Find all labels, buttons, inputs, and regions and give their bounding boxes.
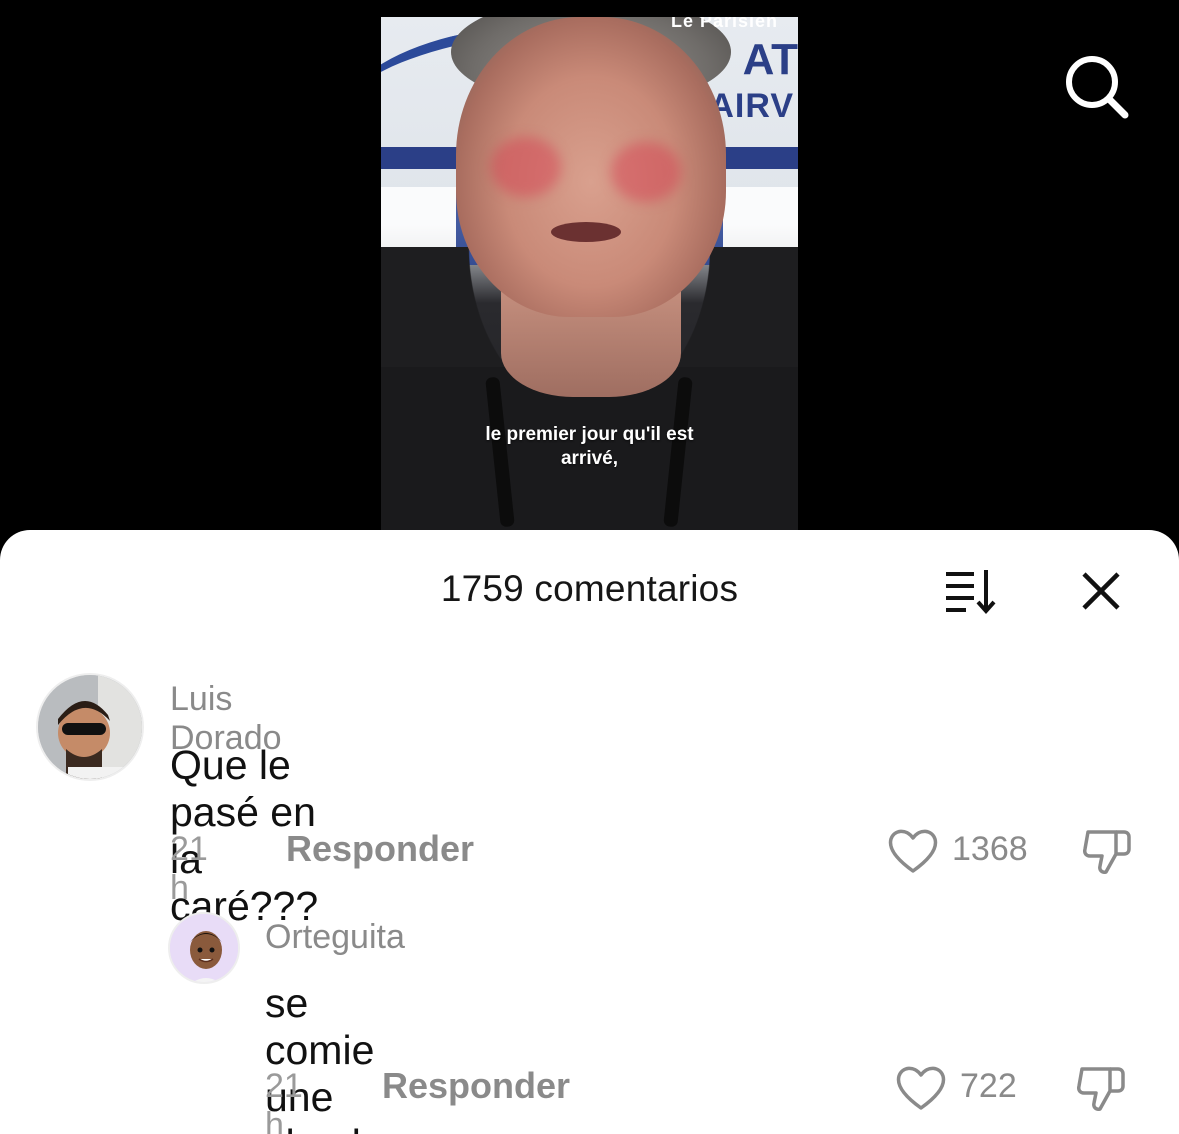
avatar[interactable] bbox=[36, 673, 144, 781]
like-count: 1368 bbox=[952, 830, 1028, 868]
avatar-photo-icon bbox=[38, 675, 142, 779]
reply-button[interactable]: Responder bbox=[286, 828, 474, 870]
subtitle-line-1: le premier jour qu'il est bbox=[485, 424, 694, 445]
close-icon bbox=[1082, 572, 1120, 610]
heart-icon bbox=[896, 1066, 946, 1110]
comment-timestamp: 21 h bbox=[265, 1067, 303, 1134]
mouth bbox=[551, 222, 621, 242]
search-icon bbox=[1066, 56, 1129, 119]
video-subtitle: le premier jour qu'il est arrivé, bbox=[381, 423, 798, 471]
cheek-left bbox=[491, 137, 561, 197]
comment-timestamp: 21 h bbox=[170, 830, 208, 907]
backdrop-logo-text-1: AT bbox=[742, 35, 798, 84]
avatar[interactable] bbox=[168, 912, 240, 984]
like-button[interactable] bbox=[886, 826, 940, 881]
cheek-right bbox=[611, 142, 681, 202]
avatar-cartoon-icon bbox=[170, 914, 238, 982]
video-area[interactable]: AT AIRV Le Parisien le premier jour qu'i… bbox=[0, 0, 1179, 560]
thumbs-down-icon bbox=[1077, 1067, 1125, 1111]
comments-sheet: 1759 comentarios Luis Dorado Que le pasé… bbox=[0, 530, 1179, 1134]
comments-count-title: 1759 comentarios bbox=[440, 568, 739, 609]
like-count: 722 bbox=[960, 1067, 1017, 1105]
subtitle-line-2: arrivé, bbox=[560, 448, 619, 469]
heart-icon bbox=[888, 829, 938, 873]
video-watermark: Le Parisien bbox=[671, 17, 779, 31]
thumbs-down-icon bbox=[1083, 830, 1131, 874]
search-button[interactable] bbox=[1060, 50, 1132, 122]
sort-button[interactable] bbox=[940, 566, 1000, 616]
comment-username[interactable]: Orteguita bbox=[265, 918, 405, 957]
like-button[interactable] bbox=[894, 1063, 948, 1118]
reply-button[interactable]: Responder bbox=[382, 1065, 570, 1107]
dislike-button[interactable] bbox=[1080, 824, 1134, 883]
dislike-button[interactable] bbox=[1074, 1061, 1128, 1120]
close-button[interactable] bbox=[1076, 566, 1126, 616]
sort-icon bbox=[946, 570, 996, 615]
